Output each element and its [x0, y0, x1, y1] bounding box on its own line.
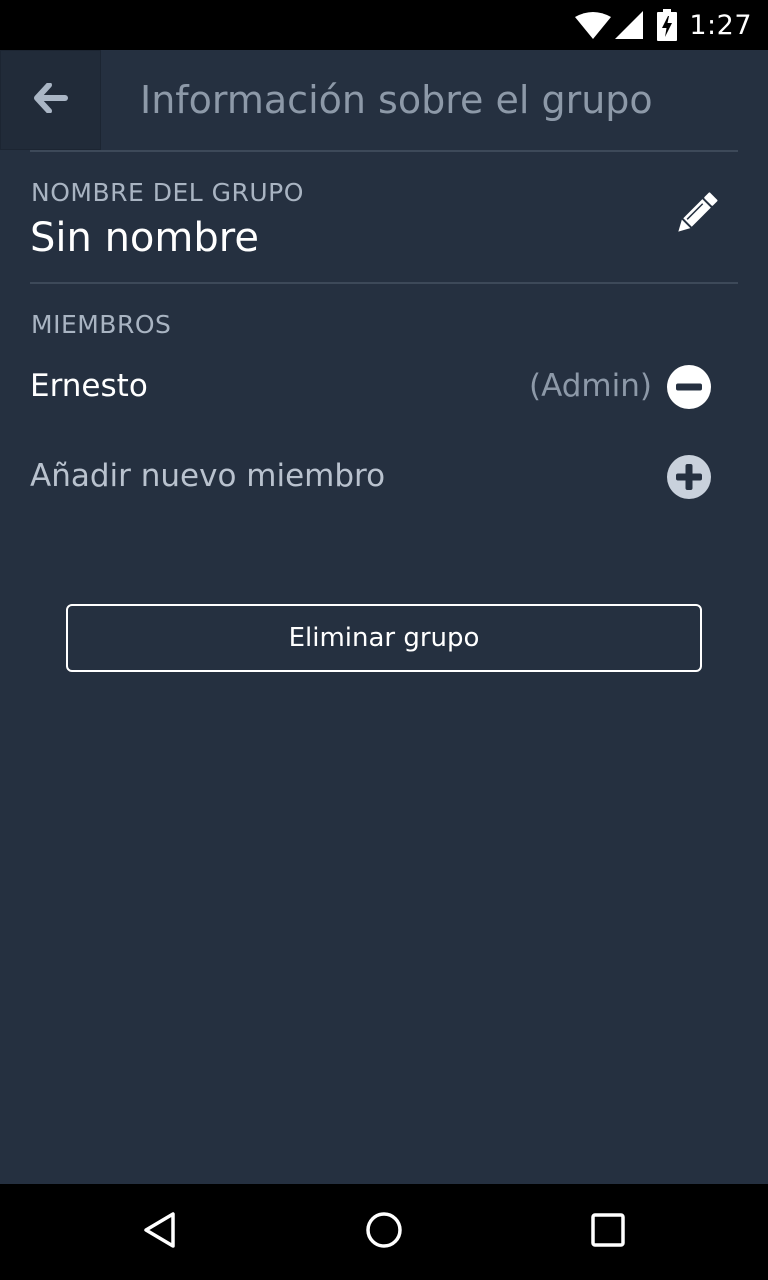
add-member-button[interactable] [667, 455, 711, 499]
wifi-icon [575, 11, 612, 39]
members-label: MIEMBROS [31, 310, 172, 339]
member-row: Ernesto (Admin) [0, 350, 768, 422]
recents-square-icon [588, 1210, 628, 1254]
battery-charging-icon [657, 9, 678, 41]
arrow-left-icon [33, 82, 68, 117]
status-bar: 1:27 [0, 0, 768, 50]
nav-recents-button[interactable] [560, 1184, 656, 1280]
remove-member-button[interactable] [667, 365, 711, 409]
pencil-icon [673, 191, 719, 241]
group-name-label: NOMBRE DEL GRUPO [31, 178, 304, 207]
section-divider [30, 282, 738, 284]
add-member-label: Añadir nuevo miembro [30, 458, 386, 494]
back-triangle-icon [140, 1210, 180, 1254]
status-time: 1:27 [689, 9, 752, 41]
nav-home-button[interactable] [336, 1184, 432, 1280]
plus-circle-icon [667, 455, 711, 503]
delete-group-button[interactable]: Eliminar grupo [66, 604, 702, 672]
member-role-badge: (Admin) [529, 368, 652, 404]
group-name-value: Sin nombre [30, 215, 259, 261]
home-circle-icon [364, 1210, 404, 1254]
add-member-row[interactable]: Añadir nuevo miembro [0, 440, 768, 512]
navigation-bar [0, 1184, 768, 1280]
page-title: Información sobre el grupo [140, 78, 653, 122]
back-button[interactable] [0, 50, 101, 150]
member-name: Ernesto [30, 368, 148, 404]
status-icons: 1:27 [575, 0, 752, 50]
app-bar: Información sobre el grupo [0, 50, 768, 150]
header-divider [30, 150, 738, 152]
nav-back-button[interactable] [112, 1184, 208, 1280]
cell-signal-icon [615, 11, 644, 39]
minus-circle-icon [667, 365, 711, 413]
edit-group-name-button[interactable] [670, 190, 722, 242]
